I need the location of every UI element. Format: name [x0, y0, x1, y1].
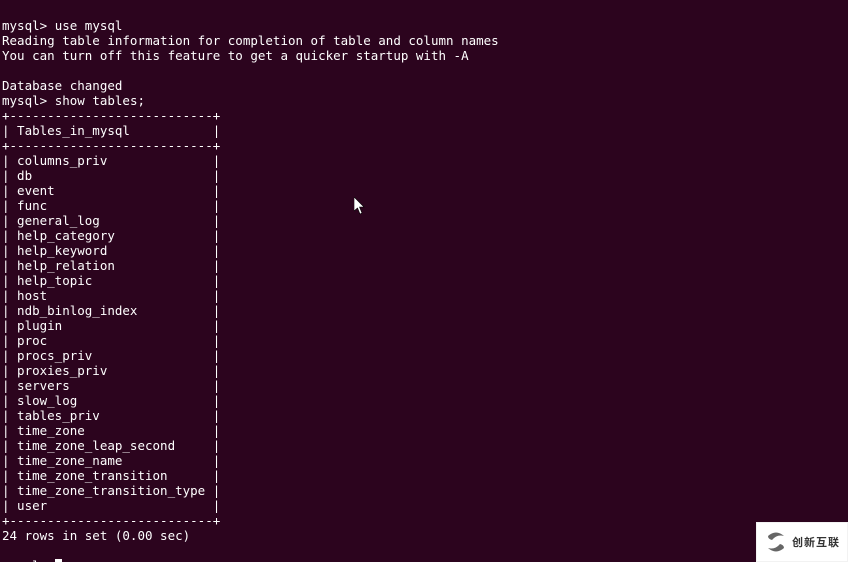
watermark-logo-icon [764, 530, 788, 554]
table-row: | time_zone_leap_second | [2, 438, 220, 453]
msg-reading: Reading table information for completion… [2, 33, 499, 48]
table-row: | plugin | [2, 318, 220, 333]
msg-hint: You can turn off this feature to get a q… [2, 48, 469, 63]
table-row: | event | [2, 183, 220, 198]
table-row: | time_zone_transition | [2, 468, 220, 483]
table-row: | time_zone | [2, 423, 220, 438]
table-row: | tables_priv | [2, 408, 220, 423]
table-row: | help_topic | [2, 273, 220, 288]
table-row: | time_zone_name | [2, 453, 220, 468]
table-row: | slow_log | [2, 393, 220, 408]
table-row: | general_log | [2, 213, 220, 228]
table-row: | user | [2, 498, 220, 513]
prompt: mysql> [2, 558, 47, 562]
table-row: | func | [2, 198, 220, 213]
table-row: | time_zone_transition_type | [2, 483, 220, 498]
table-border: +---------------------------+ [2, 513, 220, 528]
prompt: mysql> [2, 93, 47, 108]
table-row: | ndb_binlog_index | [2, 303, 220, 318]
table-row: | proxies_priv | [2, 363, 220, 378]
table-row: | columns_priv | [2, 153, 220, 168]
table-row: | help_category | [2, 228, 220, 243]
table-row: | host | [2, 288, 220, 303]
prompt: mysql> [2, 18, 47, 33]
msg-db-changed: Database changed [2, 78, 122, 93]
table-border: +---------------------------+ [2, 108, 220, 123]
watermark-badge: 创新互联 [756, 522, 848, 562]
table-row: | procs_priv | [2, 348, 220, 363]
table-border: +---------------------------+ [2, 138, 220, 153]
watermark-text: 创新互联 [792, 535, 840, 550]
table-row: | servers | [2, 378, 220, 393]
command-use: use mysql [55, 18, 123, 33]
table-row: | proc | [2, 333, 220, 348]
table-header: | Tables_in_mysql | [2, 123, 220, 138]
table-row: | help_relation | [2, 258, 220, 273]
command-show-tables: show tables; [55, 93, 145, 108]
table-row: | db | [2, 168, 220, 183]
result-footer: 24 rows in set (0.00 sec) [2, 528, 190, 543]
terminal-window[interactable]: mysql> use mysql Reading table informati… [0, 0, 848, 562]
mouse-pointer-icon [354, 197, 366, 215]
command-input[interactable] [55, 558, 62, 562]
table-row: | help_keyword | [2, 243, 220, 258]
